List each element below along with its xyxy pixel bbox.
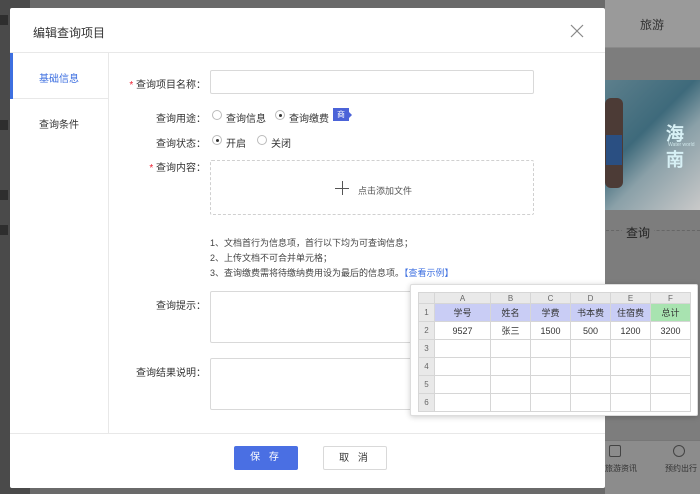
- save-button[interactable]: 保 存: [234, 446, 298, 470]
- table-row: 3: [418, 339, 691, 358]
- content-label: 查询内容：: [96, 159, 206, 174]
- table-row: 4: [418, 357, 691, 376]
- background-bottom-nav: 旅游资讯 预约出行: [605, 440, 700, 494]
- example-spreadsheet-popup: A B C D E F 1 学号 姓名 学费 书本费 住宿费 总计 2 9527…: [410, 284, 698, 416]
- plus-icon: [335, 181, 349, 195]
- radio-status-off-label: 关闭: [271, 139, 291, 150]
- clock-icon: [673, 445, 685, 457]
- name-input[interactable]: [210, 70, 534, 94]
- table-row: 1 学号 姓名 学费 书本费 住宿费 总计: [418, 303, 691, 322]
- background-tab-travel: 旅游: [640, 18, 665, 32]
- purpose-badge: 商: [333, 108, 349, 121]
- dialog-header: 编辑查询项目: [10, 8, 605, 53]
- edit-query-dialog: 编辑查询项目 基础信息 查询条件 查询项目名称： 查询用途： 查询信息 查询缴费…: [10, 8, 605, 488]
- radio-status-on-label: 开启: [226, 139, 246, 150]
- column-header-row: A B C D E F: [418, 292, 691, 304]
- note-line-1: 1、文档首行为信息项，首行以下均为可查询信息；: [210, 238, 414, 248]
- note-line-2: 2、上传文档不可合并单元格；: [210, 253, 333, 263]
- hint-label: 查询提示：: [156, 301, 206, 312]
- table-row: 6: [418, 393, 691, 412]
- sidebar-item-basic-info[interactable]: 基础信息: [10, 53, 109, 99]
- radio-status-off[interactable]: [257, 135, 267, 145]
- dialog-title: 编辑查询项目: [33, 26, 106, 40]
- background-right-panel: [605, 0, 700, 494]
- radio-query-payment-label: 查询缴费: [289, 114, 329, 125]
- radio-query-info[interactable]: [212, 110, 222, 120]
- example-spreadsheet: A B C D E F 1 学号 姓名 学费 书本费 住宿费 总计 2 9527…: [418, 292, 691, 412]
- radio-status-on[interactable]: [212, 135, 222, 145]
- close-icon[interactable]: [568, 22, 586, 40]
- info-icon: [609, 445, 621, 457]
- banner-subtitle: Water world: [668, 142, 695, 148]
- background-banner: 海南 Water world: [605, 80, 700, 210]
- cancel-button[interactable]: 取 消: [323, 446, 387, 470]
- background-query-label: 查询: [622, 224, 655, 241]
- note-line-3: 3、查询缴费需将待缴纳费用设为最后的信息项。【查看示例】: [210, 268, 454, 278]
- upload-text: 点击添加文件: [358, 186, 413, 196]
- view-example-link[interactable]: 【查看示例】: [404, 268, 454, 278]
- sidebar-item-query-conditions[interactable]: 查询条件: [10, 99, 109, 145]
- dialog-footer: 保 存 取 消: [10, 433, 605, 488]
- purpose-label: 查询用途：: [156, 114, 206, 125]
- table-row: 2 9527 张三 1500 500 1200 3200: [418, 321, 691, 340]
- name-label: 查询项目名称：: [96, 76, 206, 91]
- table-row: 5: [418, 375, 691, 394]
- dialog-sidebar: 基础信息 查询条件: [10, 53, 109, 433]
- radio-query-info-label: 查询信息: [226, 114, 266, 125]
- status-label: 查询状态：: [156, 139, 206, 150]
- radio-query-payment[interactable]: [275, 110, 285, 120]
- result-label: 查询结果说明：: [136, 368, 206, 379]
- file-upload-area[interactable]: 点击添加文件: [210, 160, 534, 215]
